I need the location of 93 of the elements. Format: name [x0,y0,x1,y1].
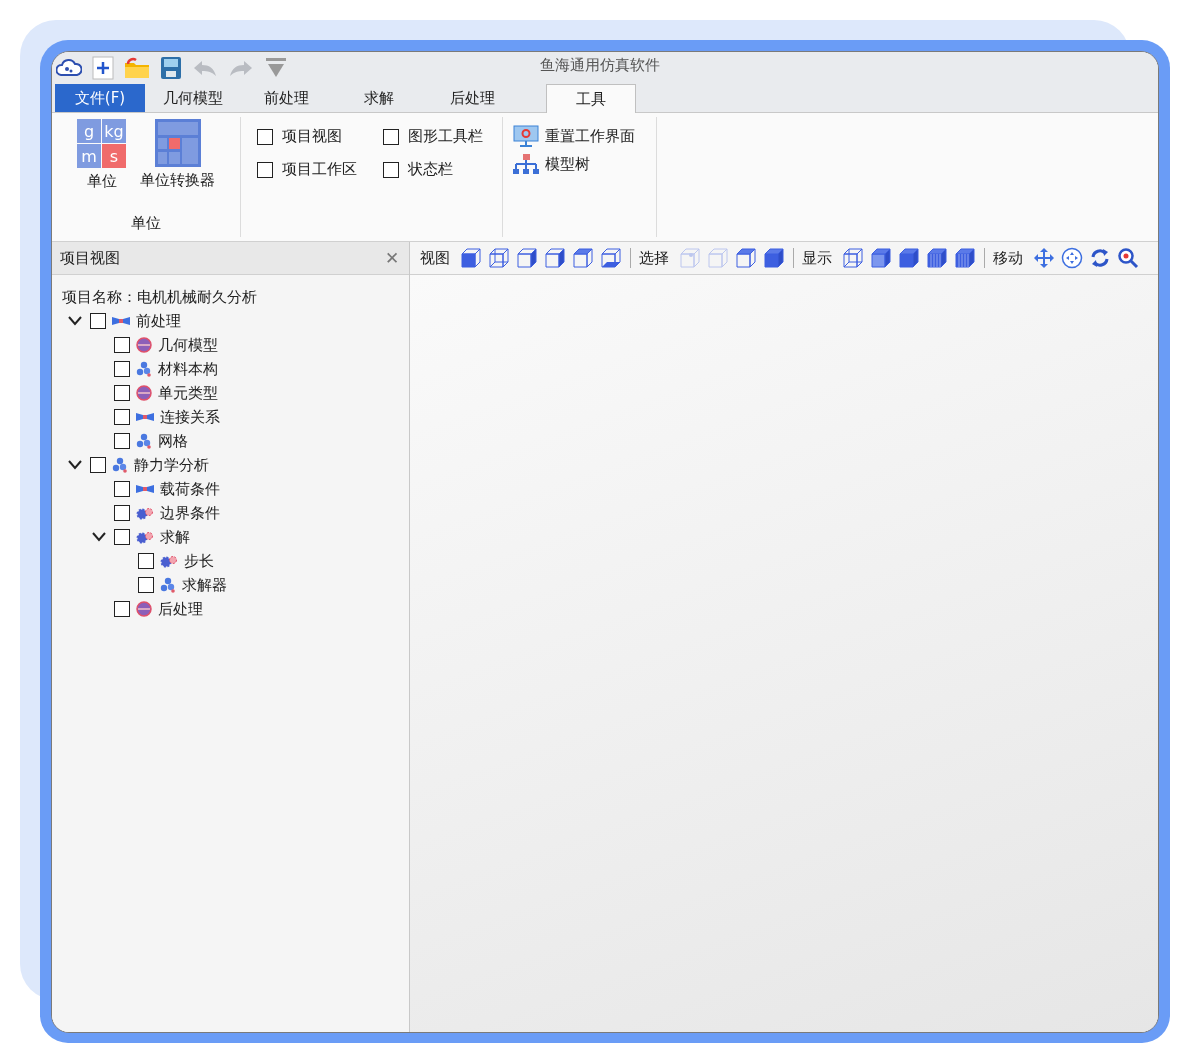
checkbox-label: 项目视图 [282,127,342,146]
part-icon [136,484,154,494]
molecule-icon [160,577,176,593]
ribbon-tab[interactable]: 文件(F) [55,84,145,112]
tree-item[interactable]: 步长 [184,551,214,571]
tree-checkbox[interactable] [138,553,154,569]
molecule-icon [136,433,152,449]
cube-icon[interactable] [600,247,622,269]
toolbar-label: 移动 [993,248,1023,268]
cube-icon[interactable] [763,247,785,269]
checkbox[interactable] [383,128,399,145]
orbit-icon[interactable] [1061,247,1083,269]
gears-icon [136,506,154,520]
cube-icon[interactable] [544,247,566,269]
tree-checkbox[interactable] [114,529,130,545]
tree-checkbox[interactable] [114,337,130,353]
tree-item[interactable]: 连接关系 [160,407,220,427]
tree-item[interactable]: 求解 [160,527,190,547]
ribbon-tab[interactable]: 几何模型 [148,84,238,112]
save-icon[interactable] [160,56,182,80]
tree-item[interactable]: 载荷条件 [160,479,220,499]
tree-checkbox[interactable] [114,601,130,617]
toolbar-label: 选择 [639,248,669,268]
new-file-icon[interactable] [92,56,114,80]
checkbox-label: 项目工作区 [282,160,357,179]
toolbar-label: 显示 [802,248,832,268]
grid-panel-icon [154,119,201,167]
window-title: 鱼海通用仿真软件 [540,56,660,75]
tree-checkbox[interactable] [114,361,130,377]
cube-icon[interactable] [926,247,948,269]
tree-checkbox[interactable] [114,433,130,449]
checkbox-label: 图形工具栏 [408,127,483,146]
chevron-icon[interactable] [68,460,82,470]
cube-icon[interactable] [898,247,920,269]
checkbox[interactable] [257,128,273,145]
cube-icon[interactable] [516,247,538,269]
tree-checkbox[interactable] [90,457,106,473]
ribbon-button[interactable]: 单位转换器 [140,119,215,191]
cube-icon[interactable] [954,247,976,269]
tree-item[interactable]: 后处理 [158,599,203,619]
tree-checkbox[interactable] [114,481,130,497]
ribbon-tab[interactable]: 工具 [546,84,636,113]
tree-checkbox[interactable] [114,409,130,425]
monitor-icon [513,125,539,147]
cube-icon[interactable] [460,247,482,269]
hierarchy-icon [513,153,539,175]
open-folder-icon[interactable] [124,57,150,79]
ribbon-tab[interactable]: 前处理 [241,84,331,112]
ribbon-action-button[interactable]: 重置工作界面 [513,125,656,147]
toolbar-label: 视图 [420,248,450,268]
cloud-logo-icon[interactable] [56,57,82,79]
checkbox-label: 状态栏 [408,160,453,179]
close-button[interactable]: ✕ [383,247,401,269]
chevron-icon[interactable] [92,532,106,542]
tree-item[interactable]: 前处理 [136,311,181,331]
tree-checkbox[interactable] [90,313,106,329]
tree-checkbox[interactable] [114,505,130,521]
ribbon-action-button[interactable]: 模型树 [513,153,656,175]
rotate-icon[interactable] [1089,247,1111,269]
sphere-icon [136,601,152,617]
molecule-icon [136,361,152,377]
ribbon-tab[interactable]: 后处理 [427,84,517,112]
tree-item[interactable]: 单元类型 [158,383,218,403]
tree-item[interactable]: 几何模型 [158,335,218,355]
panel-title: 项目视图 [60,248,120,268]
tree-item[interactable]: 材料本构 [158,359,218,379]
cube-icon[interactable] [842,247,864,269]
move-arrows-icon[interactable] [1033,247,1055,269]
sphere-icon [136,385,152,401]
part-icon [136,412,154,422]
ribbon-tab[interactable]: 求解 [334,84,424,112]
cube-icon[interactable] [870,247,892,269]
cube-icon[interactable] [735,247,757,269]
sphere-icon [136,337,152,353]
tree-item[interactable]: 边界条件 [160,503,220,523]
tree-checkbox[interactable] [114,385,130,401]
tree-item[interactable]: 静力学分析 [134,455,209,475]
cube-icon[interactable] [572,247,594,269]
group-caption: 单位 [131,214,161,234]
gears-icon [136,530,154,544]
checkbox[interactable] [383,161,399,178]
molecule-icon [112,457,128,473]
part-icon [112,316,130,326]
zoom-icon[interactable] [1117,247,1139,269]
cube-icon[interactable] [488,247,510,269]
tree-item[interactable]: 网格 [158,431,188,451]
project-name: 项目名称：电机机械耐久分析 [61,287,258,308]
tree-checkbox[interactable] [138,577,154,593]
ribbon-button[interactable]: g kg m s 单位 [77,119,126,191]
tree-item[interactable]: 求解器 [182,575,227,595]
gears-icon [160,554,178,568]
chevron-icon[interactable] [68,316,82,326]
checkbox[interactable] [257,161,273,178]
